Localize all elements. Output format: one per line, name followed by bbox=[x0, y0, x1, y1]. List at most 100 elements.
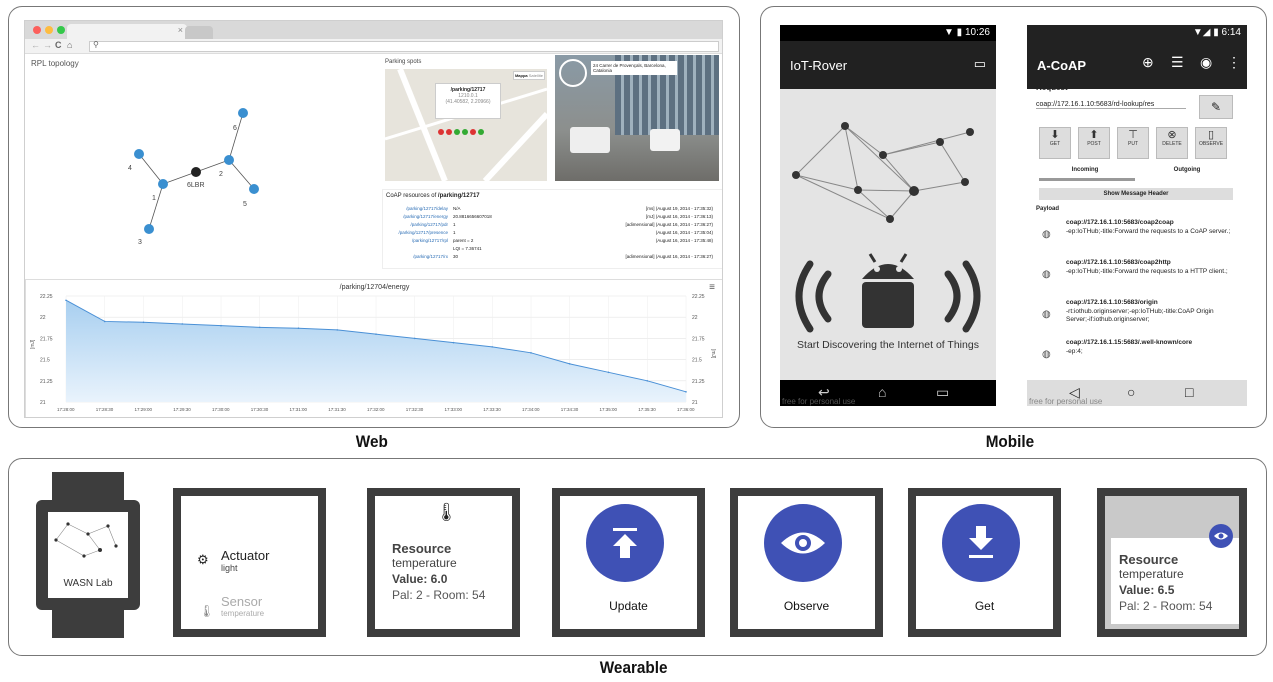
actuator-sub: light bbox=[221, 563, 238, 573]
globe-icon[interactable]: ◉ bbox=[1200, 54, 1212, 71]
clock: 6:14 bbox=[1221, 27, 1241, 38]
tab-incoming[interactable]: Incoming bbox=[1039, 167, 1131, 173]
resource-link[interactable]: /parking/12717/rpl bbox=[412, 238, 448, 243]
download-icon: ⬇ bbox=[1050, 129, 1060, 141]
watermark: free for personal use bbox=[782, 397, 856, 406]
parking-spots-pane: Parking spots /parking/12717 1210.0.1 (4… bbox=[382, 55, 722, 184]
y-tick-label-left: 21.75 bbox=[40, 336, 53, 342]
download-icon bbox=[969, 526, 993, 558]
wifi-icon: ▼ bbox=[943, 27, 954, 38]
home-icon[interactable]: ⌂ bbox=[67, 40, 72, 50]
resource-value: 1 bbox=[453, 222, 456, 227]
gear-icon: ⚙ bbox=[197, 552, 209, 567]
list-item[interactable]: ◍ coap://172.16.1.10:5683/coap2coap -ep:Io… bbox=[1036, 219, 1241, 259]
maximize-window-icon[interactable] bbox=[57, 26, 65, 34]
update-button[interactable] bbox=[586, 504, 664, 582]
x-tick-label: 17:33:30 bbox=[483, 407, 501, 412]
browser-tab[interactable]: × bbox=[67, 24, 187, 39]
resource-link[interactable]: /parking/12717/rx bbox=[413, 254, 448, 259]
y-tick-label-left: 21.5 bbox=[40, 358, 50, 364]
publish-icon: ⊤ bbox=[1128, 129, 1138, 141]
sensor-item[interactable]: Sensor temperature bbox=[221, 594, 264, 618]
close-tab-icon[interactable]: × bbox=[178, 25, 183, 35]
resource-timestamp: [ms] (August 19, 2014 - 17:35:32) bbox=[645, 206, 713, 211]
home-icon[interactable]: ○ bbox=[1127, 384, 1135, 400]
request-url-field[interactable]: coap://172.16.1.10:5683/rd-lookup/res bbox=[1036, 101, 1186, 109]
battery-icon: ▮ bbox=[1213, 27, 1219, 38]
resource-link[interactable]: /parking/12717/delay bbox=[406, 206, 448, 211]
x-tick-label: 17:34:30 bbox=[561, 407, 579, 412]
upload-icon bbox=[613, 528, 637, 558]
delete-button[interactable]: ⊗ DELETE bbox=[1156, 127, 1188, 159]
watch-network-graphic bbox=[54, 522, 118, 558]
url-input[interactable]: ⚲ bbox=[89, 40, 719, 52]
resource-timestamp: [adimensional] (August 16, 2014 - 17:36:… bbox=[625, 254, 713, 259]
y-axis-label-right: [mJ] bbox=[710, 349, 716, 359]
resource-title: Resource bbox=[1119, 552, 1179, 567]
x-tick-label: 17:35:00 bbox=[600, 407, 618, 412]
node-label-6lbr: 6LBR bbox=[187, 182, 205, 189]
list-item[interactable]: ◍ coap://172.16.1.10:5683/origin -rt:iothu… bbox=[1036, 299, 1241, 339]
caption-wearable: Wearable bbox=[599, 658, 668, 677]
table-row: /parking/12717/presence 1 (August 16, 2014… bbox=[383, 230, 722, 238]
data-point bbox=[452, 341, 455, 344]
map-type-map[interactable]: Mappa bbox=[515, 73, 528, 78]
table-row: /parking/12717/pdr 1 [adimensional] (Augus… bbox=[383, 222, 722, 230]
compass-control-icon[interactable] bbox=[559, 59, 587, 87]
thermometer-icon: 🌡︎ bbox=[199, 604, 215, 618]
nav-bar: ↩ ⌂ ▭ free for personal use bbox=[780, 380, 996, 406]
actuator-item[interactable]: Actuator light bbox=[221, 548, 269, 573]
home-icon[interactable]: ⌂ bbox=[878, 384, 886, 400]
put-button[interactable]: ⊤ PUT bbox=[1117, 127, 1149, 159]
caption-mobile: Mobile bbox=[985, 432, 1035, 451]
van bbox=[570, 127, 610, 153]
show-header-button[interactable]: Show Message Header bbox=[1039, 188, 1233, 200]
add-icon[interactable]: ⊕ bbox=[1142, 54, 1154, 71]
resource-link[interactable]: /parking/12717/pdr bbox=[410, 222, 448, 227]
observe-button[interactable]: ▯ OBSERVE bbox=[1195, 127, 1227, 159]
resource-timestamp: [adimensional] (August 16, 2014 - 17:36:… bbox=[625, 222, 713, 227]
resource-name: temperature bbox=[392, 556, 457, 570]
edit-icon[interactable]: ✎ bbox=[1199, 95, 1233, 119]
minimize-window-icon[interactable] bbox=[45, 26, 53, 34]
van bbox=[650, 129, 680, 151]
get-button[interactable]: ⬇ GET bbox=[1039, 127, 1071, 159]
get-label: GET bbox=[1049, 141, 1061, 147]
recents-icon[interactable]: □ bbox=[1185, 384, 1193, 400]
wear-screen-observe: Observe bbox=[730, 488, 883, 637]
tab-outgoing[interactable]: Outgoing bbox=[1141, 167, 1233, 173]
observe-button[interactable] bbox=[764, 504, 842, 582]
app-bar: IoT-Rover ▭ bbox=[780, 41, 996, 89]
caption-web: Web bbox=[355, 432, 388, 451]
forward-icon[interactable]: → bbox=[43, 40, 52, 50]
observe-label: OBSERVE bbox=[1198, 141, 1224, 147]
reload-icon[interactable]: C bbox=[55, 40, 62, 50]
y-tick-label-right: 21.25 bbox=[692, 379, 705, 385]
y-tick-label-left: 21.25 bbox=[40, 379, 53, 385]
observe-fab[interactable] bbox=[1209, 524, 1233, 548]
close-window-icon[interactable] bbox=[33, 26, 41, 34]
resource-link[interactable]: /parking/12717/energy bbox=[403, 214, 448, 219]
get-button[interactable] bbox=[942, 504, 1020, 582]
list-item[interactable]: ◍ coap://172.16.1.10:5683/coap2http -ep:Io… bbox=[1036, 259, 1241, 299]
status-bar: ▼◢ ▮ 6:14 bbox=[1027, 25, 1247, 41]
wear-screen-resource: 🌡︎ Resource temperature Value: 6.0 Pal: … bbox=[367, 488, 520, 637]
street-view[interactable]: 24 Carrer de Provençals, Barcelona, Cata… bbox=[555, 55, 719, 181]
list-item[interactable]: ◍ coap://172.16.1.15:5683/.well-known/cor… bbox=[1036, 339, 1241, 379]
recents-icon[interactable]: ▭ bbox=[936, 384, 949, 401]
resource-value: N/A bbox=[453, 206, 461, 211]
back-icon[interactable]: ← bbox=[31, 40, 40, 50]
list-icon[interactable]: ☰ bbox=[1171, 54, 1184, 71]
cast-icon[interactable]: ▭ bbox=[974, 56, 986, 72]
post-button[interactable]: ⬆ POST bbox=[1078, 127, 1110, 159]
resource-value: 1 bbox=[453, 230, 456, 235]
node-label-3: 3 bbox=[138, 239, 142, 246]
new-tab-button[interactable] bbox=[185, 26, 213, 39]
map-view[interactable]: /parking/12717 1210.0.1 (41.40582, 2.209… bbox=[384, 67, 550, 184]
overflow-menu-icon[interactable]: ⋮ bbox=[1227, 54, 1241, 71]
resource-link[interactable]: /parking/12717/presence bbox=[398, 230, 448, 235]
table-row: LQI = 7.36741 bbox=[383, 246, 722, 254]
map-type-satellite[interactable]: Satellite bbox=[529, 73, 543, 78]
data-point bbox=[491, 346, 494, 348]
request-label: Request bbox=[1036, 83, 1068, 92]
